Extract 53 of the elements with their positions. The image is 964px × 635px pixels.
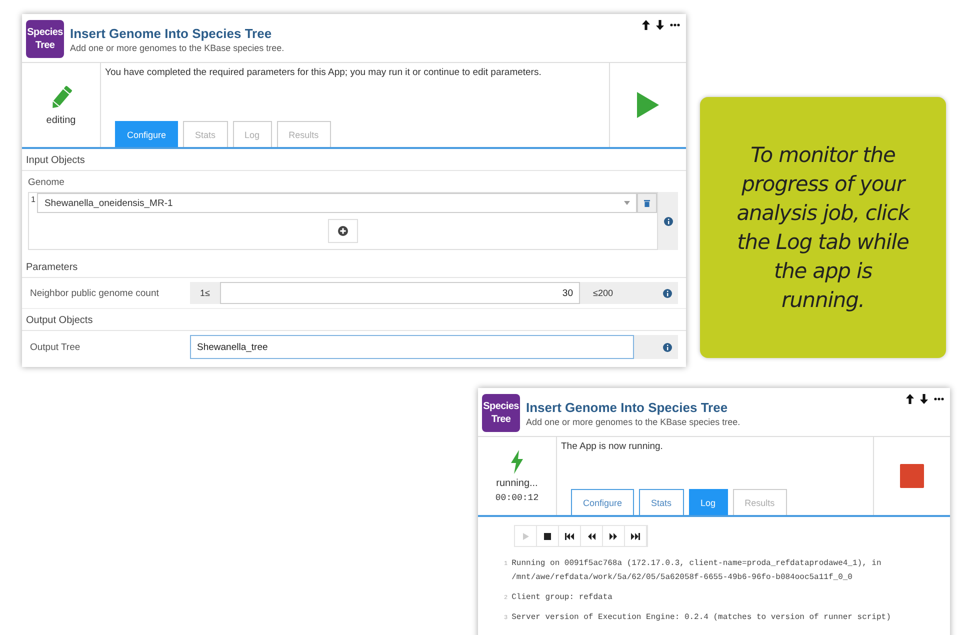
down-arrow-icon [656,20,664,30]
section-heading: Input Objects [22,149,686,171]
text-field[interactable]: Shewanella_tree [190,335,634,359]
field-label: Output Tree [30,342,82,352]
play-icon [637,92,659,118]
log-line: Server version of Execution Engine: 0.2.4 (matches to version of runner script) [512,612,891,624]
info-icon [663,288,672,298]
log-line: Client group: refdata [512,592,612,604]
status-label: editing [46,114,76,126]
field-label: Neighbor public genome count [30,288,160,298]
app-subtitle: Add one or more genomes to the KBase species tree. [526,416,742,426]
min-label: 1≤ [190,282,220,304]
section-heading: Output Objects [22,309,686,331]
app-logo: Species Tree [26,20,64,58]
log-line: Running on 0091f5ac768a (172.17.0.3, client-name=proda_refdataprodawe4_1), in /mnt/awe/refdata/work/5a/62/05/5a62058f-6655-49b6-96fo-b084ooc5a11f_0_0 [512,558,882,584]
callout-text: To monitor the progress of your analysis job, click the Log tab while the app is running. [736,142,912,314]
up-arrow-icon [906,394,914,404]
status-message: You have completed the required parameters for this App; you may run it or continue to edit parameters. [105,67,542,78]
genome-dropdown[interactable]: Shewanella_oneidensis_MR-1 [37,193,637,213]
status-message: The App is now running. [561,441,664,452]
app-logo: Species Tree [482,394,520,432]
tab[interactable]: Log [688,489,728,515]
run-button[interactable] [637,92,659,118]
stop-icon [542,530,553,542]
lightning-bolt-icon [510,450,524,474]
down-arrow-icon [920,394,928,404]
number-field[interactable]: 30 [220,282,580,304]
play-icon [520,530,531,542]
trash-icon [644,200,650,206]
caret-icon [624,201,630,205]
app-title: Insert Genome Into Species Tree [526,400,729,414]
max-label: ≤200 [580,282,626,304]
tab[interactable]: Stats [639,489,684,515]
info-icon [664,216,672,226]
elapsed-time: 00:00:12 [495,492,539,502]
section-heading: Parameters [22,256,686,278]
field-label: Genome [28,177,66,188]
delete-button[interactable] [637,193,657,213]
status-label: running... [496,478,538,488]
tab[interactable]: Configure [571,489,634,515]
skip-first-icon [564,530,575,542]
add-button[interactable] [328,219,358,243]
app-subtitle: Add one or more genomes to the KBase species tree. [70,42,286,52]
info-icon [663,342,672,352]
up-arrow-icon [642,20,650,30]
rewind-icon [586,530,597,542]
fast-forward-icon [608,530,619,542]
tab[interactable]: Configure [115,121,178,147]
plus-icon [338,226,348,236]
row-number: 1 [30,194,36,206]
dropdown-value: Shewanella_oneidensis_MR-1 [44,198,173,208]
skip-last-icon [630,530,641,542]
app-title: Insert Genome Into Species Tree [70,26,273,40]
